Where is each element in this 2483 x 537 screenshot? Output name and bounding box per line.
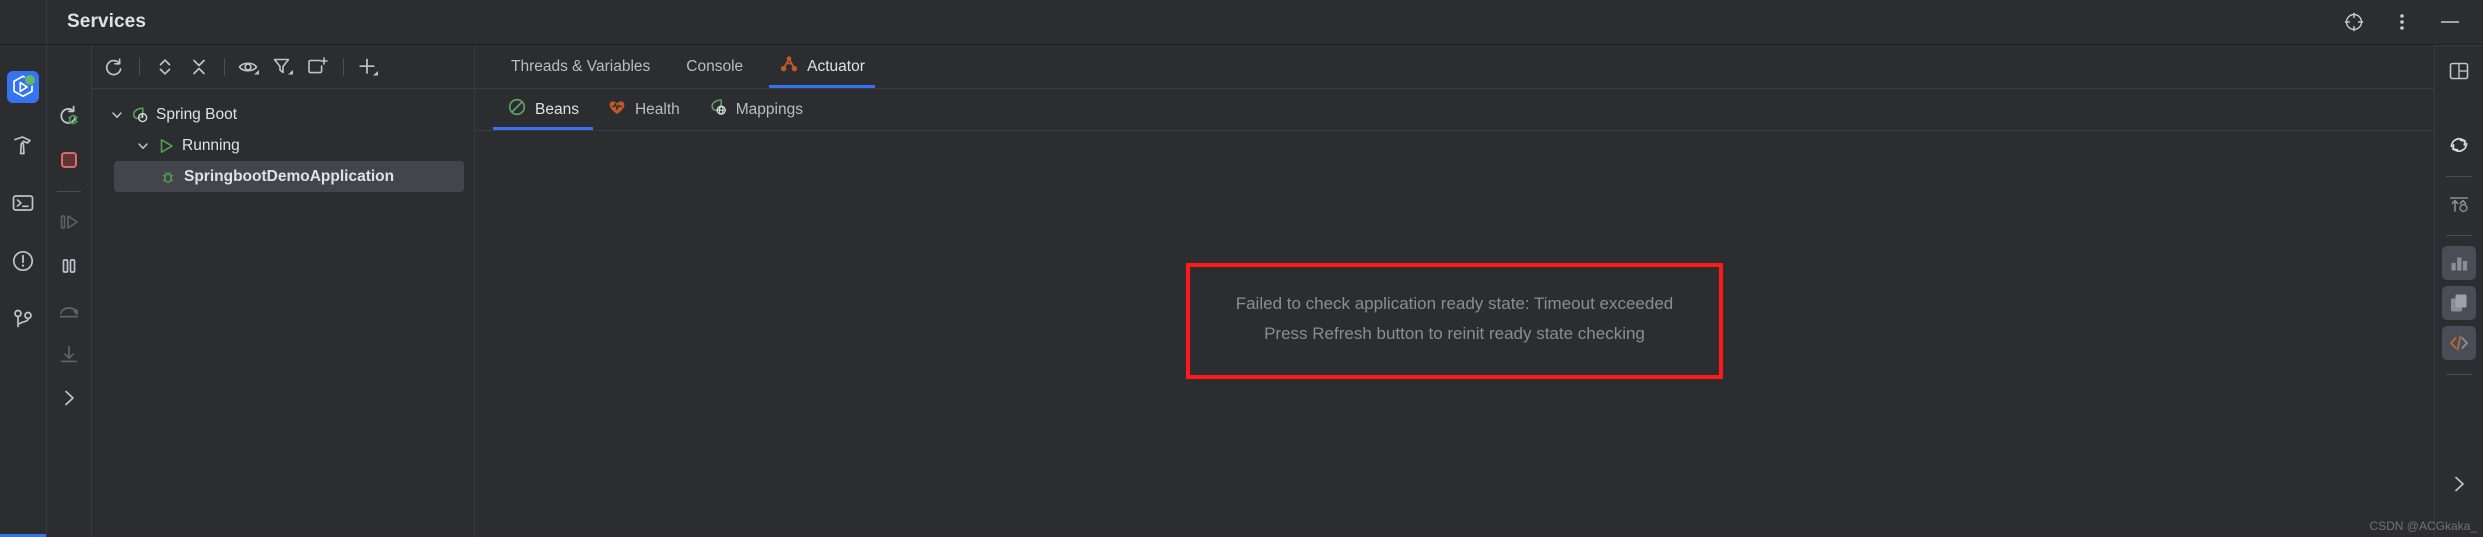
export-data-button[interactable] bbox=[2442, 187, 2476, 221]
services-tree: Spring Boot Running SpringbootDemoApplic… bbox=[92, 89, 474, 537]
resume-button[interactable] bbox=[51, 204, 87, 240]
toolbar-divider-2 bbox=[224, 57, 225, 76]
expand-run-toolbar-button[interactable] bbox=[51, 380, 87, 416]
right-rail-divider-2 bbox=[2446, 235, 2472, 236]
split-view-button[interactable] bbox=[2442, 54, 2476, 88]
mappings-globe-icon bbox=[708, 97, 728, 122]
tree-node-label: Running bbox=[182, 136, 240, 154]
error-line-1: Failed to check application ready state:… bbox=[1235, 294, 1674, 313]
right-tool-rail bbox=[2434, 45, 2483, 537]
split-view-row bbox=[2435, 1, 2483, 46]
chevron-down-icon[interactable] bbox=[132, 139, 154, 153]
spring-leaf-icon bbox=[128, 105, 152, 125]
actuator-subtabstrip: Beans Health Mappings bbox=[475, 89, 2434, 131]
tab-label: Actuator bbox=[807, 57, 865, 75]
collapse-x-icon[interactable] bbox=[183, 52, 215, 82]
charts-button[interactable] bbox=[2442, 246, 2476, 280]
services-tree-toolbar bbox=[92, 45, 474, 89]
pause-button[interactable] bbox=[51, 248, 87, 284]
sidebar-item-terminal[interactable] bbox=[7, 187, 39, 219]
right-rail-divider-3 bbox=[2446, 374, 2472, 375]
step-over-button[interactable] bbox=[51, 292, 87, 328]
run-controls-divider bbox=[57, 191, 81, 192]
tab-label: Threads & Variables bbox=[511, 57, 651, 75]
right-rail-divider-1 bbox=[2446, 176, 2472, 177]
actuator-network-icon bbox=[779, 54, 799, 79]
window-header: Services bbox=[0, 0, 2483, 45]
code-button[interactable] bbox=[2442, 326, 2476, 360]
service-status-dot bbox=[24, 74, 36, 86]
toolbar-divider-3 bbox=[343, 57, 344, 76]
main-tabstrip: Threads & Variables Console Actuator bbox=[475, 45, 2434, 89]
watermark-text: CSDN @ACGkaka_ bbox=[2369, 519, 2477, 533]
sidebar-item-problems[interactable] bbox=[7, 245, 39, 277]
health-heart-icon bbox=[607, 97, 627, 122]
filter-funnel-icon[interactable] bbox=[268, 52, 300, 82]
target-icon[interactable] bbox=[2339, 7, 2369, 37]
eye-icon[interactable] bbox=[234, 52, 266, 82]
rerun-debug-button[interactable] bbox=[51, 98, 87, 134]
sidebar-item-build[interactable] bbox=[7, 129, 39, 161]
page-title: Services bbox=[67, 11, 146, 32]
actuator-content-area: Failed to check application ready state:… bbox=[475, 131, 2434, 537]
run-triangle-icon bbox=[154, 136, 178, 156]
services-tree-panel: Spring Boot Running SpringbootDemoApplic… bbox=[92, 45, 475, 537]
subtab-label: Health bbox=[634, 100, 680, 118]
subtab-label: Mappings bbox=[735, 100, 803, 118]
tab-threads-and-variables[interactable]: Threads & Variables bbox=[493, 45, 668, 88]
more-vertical-icon[interactable] bbox=[2387, 7, 2417, 37]
toolbar-divider bbox=[139, 57, 140, 76]
subtab-mappings[interactable]: Mappings bbox=[694, 89, 817, 130]
subtab-label: Beans bbox=[535, 100, 579, 118]
subtab-beans[interactable]: Beans bbox=[493, 89, 593, 130]
tree-node-springboot-demo-application[interactable]: SpringbootDemoApplication bbox=[114, 161, 464, 192]
main-content-panel: Threads & Variables Console Actuator Bea… bbox=[475, 45, 2434, 537]
new-group-icon[interactable] bbox=[302, 52, 334, 82]
stop-button[interactable] bbox=[51, 142, 87, 178]
debug-bug-icon bbox=[156, 167, 180, 187]
left-tool-rail bbox=[0, 45, 47, 537]
window-body: Spring Boot Running SpringbootDemoApplic… bbox=[0, 45, 2483, 537]
expand-chevrons-icon[interactable] bbox=[149, 52, 181, 82]
run-control-column bbox=[47, 45, 92, 537]
error-line-2: Press Refresh button to reinit ready sta… bbox=[1264, 324, 1645, 343]
tab-console[interactable]: Console bbox=[668, 45, 761, 88]
services-tool-window: Services Spring Boot Running SpringbootD… bbox=[0, 0, 2483, 537]
tree-node-label: Spring Boot bbox=[156, 105, 237, 123]
expand-right-toolbar-button[interactable] bbox=[2442, 469, 2476, 499]
beans-circle-slash-icon bbox=[507, 97, 527, 122]
tab-actuator[interactable]: Actuator bbox=[761, 45, 883, 88]
chevron-down-icon[interactable] bbox=[106, 108, 128, 122]
tree-node-running[interactable]: Running bbox=[92, 130, 474, 161]
tab-label: Console bbox=[686, 57, 744, 75]
tree-node-spring-boot[interactable]: Spring Boot bbox=[92, 99, 474, 130]
plus-icon[interactable] bbox=[353, 52, 385, 82]
subtab-health[interactable]: Health bbox=[593, 89, 694, 130]
tree-node-label: SpringbootDemoApplication bbox=[184, 167, 395, 185]
refresh-actuator-button[interactable] bbox=[2442, 128, 2476, 162]
refresh-icon[interactable] bbox=[98, 52, 130, 82]
sidebar-item-services[interactable] bbox=[7, 71, 39, 103]
header-rail-spacer bbox=[0, 0, 47, 44]
copy-button[interactable] bbox=[2442, 286, 2476, 320]
sidebar-item-git[interactable] bbox=[7, 303, 39, 335]
step-into-button[interactable] bbox=[51, 336, 87, 372]
actuator-error-message: Failed to check application ready state:… bbox=[1185, 263, 1724, 379]
